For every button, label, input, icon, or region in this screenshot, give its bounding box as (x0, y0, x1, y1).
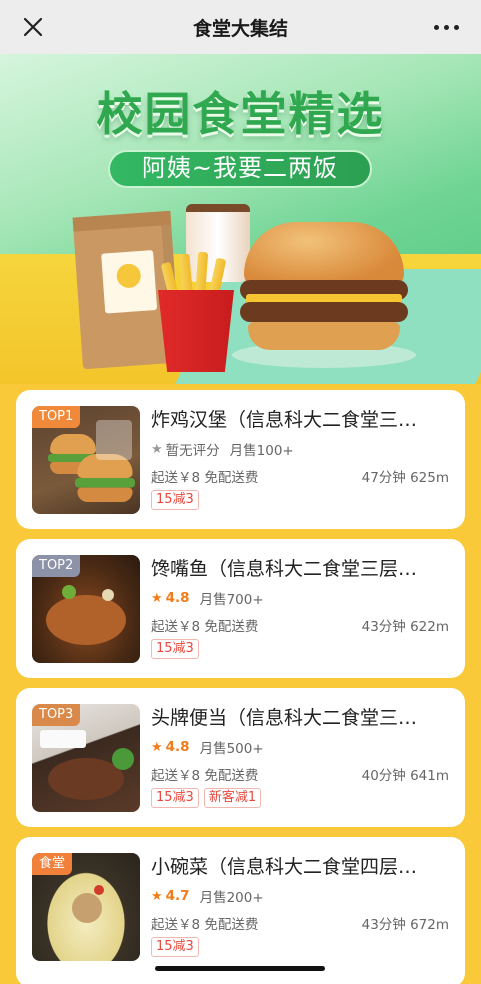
store-rating: 4.7 (165, 888, 190, 904)
delivery-info: 起送￥8 免配送费 (151, 619, 259, 635)
delivery-info: 起送￥8 免配送费 (151, 917, 259, 933)
delivery-info: 起送￥8 免配送费 (151, 470, 259, 486)
store-thumbnail: TOP2 (32, 555, 140, 663)
monthly-sales: 月售200+ (199, 890, 264, 906)
store-card[interactable]: TOP1 炸鸡汉堡（信息科大二食堂三… ★ 暂无评分 月售100+ 起送￥8 免… (16, 390, 465, 529)
store-thumbnail: TOP3 (32, 704, 140, 812)
delivery-info: 起送￥8 免配送费 (151, 768, 259, 784)
banner-title: 校园食堂精选 (96, 87, 385, 141)
store-card[interactable]: TOP2 馋嘴鱼（信息科大二食堂三层… ★ 4.8 月售700+ 起送￥8 免配… (16, 539, 465, 678)
store-thumbnail: 食堂 (32, 853, 140, 961)
home-indicator[interactable] (155, 966, 325, 971)
star-icon: ★ (151, 739, 163, 755)
more-icon[interactable] (429, 12, 463, 42)
star-icon: ★ (151, 590, 163, 606)
burger-image (240, 222, 408, 352)
store-rating: 4.8 (165, 590, 190, 606)
time-distance: 43分钟 622m (361, 619, 449, 635)
promo-banner[interactable]: 校园食堂精选 阿姨~我要二两饭 (0, 54, 481, 384)
store-name: 馋嘴鱼（信息科大二食堂三层… (151, 558, 418, 580)
rating-row: ★ 4.8 月售500+ (151, 737, 264, 757)
store-name: 头牌便当（信息科大二食堂三… (151, 707, 418, 729)
store-card[interactable]: 食堂 小碗菜（信息科大二食堂四层… ★ 4.7 月售200+ 起送￥8 免配送费… (16, 837, 465, 984)
rank-badge: TOP2 (32, 555, 81, 577)
store-name: 小碗菜（信息科大二食堂四层… (151, 856, 418, 878)
discount-tag: 15减3 (151, 937, 199, 957)
discount-tag: 15减3 (151, 788, 199, 808)
page-title: 食堂大集结 (192, 17, 288, 40)
new-customer-tag: 新客减1 (203, 788, 262, 808)
store-card[interactable]: TOP3 头牌便当（信息科大二食堂三… ★ 4.8 月售500+ 起送￥8 免配… (16, 688, 465, 827)
monthly-sales: 月售700+ (199, 592, 264, 608)
meituan-logo (101, 250, 158, 314)
store-name: 炸鸡汉堡（信息科大二食堂三… (151, 409, 418, 431)
discount-tag: 15减3 (151, 639, 199, 659)
fries-box-image (158, 290, 234, 372)
no-rating-text: 暂无评分 (165, 443, 220, 459)
rating-row: ★ 4.8 月售700+ (151, 588, 264, 608)
nav-bar: 食堂大集结 (0, 0, 481, 54)
time-distance: 40分钟 641m (361, 768, 449, 784)
monthly-sales: 月售500+ (199, 741, 264, 757)
time-distance: 47分钟 625m (361, 470, 449, 486)
rating-row: ★ 暂无评分 月售100+ (151, 439, 294, 460)
banner-subtitle: 阿姨~我要二两饭 (108, 150, 372, 188)
category-badge: 食堂 (32, 853, 73, 875)
star-icon: ★ (151, 888, 163, 904)
store-thumbnail: TOP1 (32, 406, 140, 514)
store-rating: 4.8 (165, 739, 190, 755)
time-distance: 43分钟 672m (361, 917, 449, 933)
rank-badge: TOP3 (32, 704, 81, 726)
discount-tag: 15减3 (151, 490, 199, 510)
star-icon: ★ (151, 441, 163, 457)
rank-badge: TOP1 (32, 406, 81, 428)
rating-row: ★ 4.7 月售200+ (151, 886, 264, 906)
close-icon[interactable] (18, 12, 48, 42)
monthly-sales: 月售100+ (229, 443, 294, 459)
